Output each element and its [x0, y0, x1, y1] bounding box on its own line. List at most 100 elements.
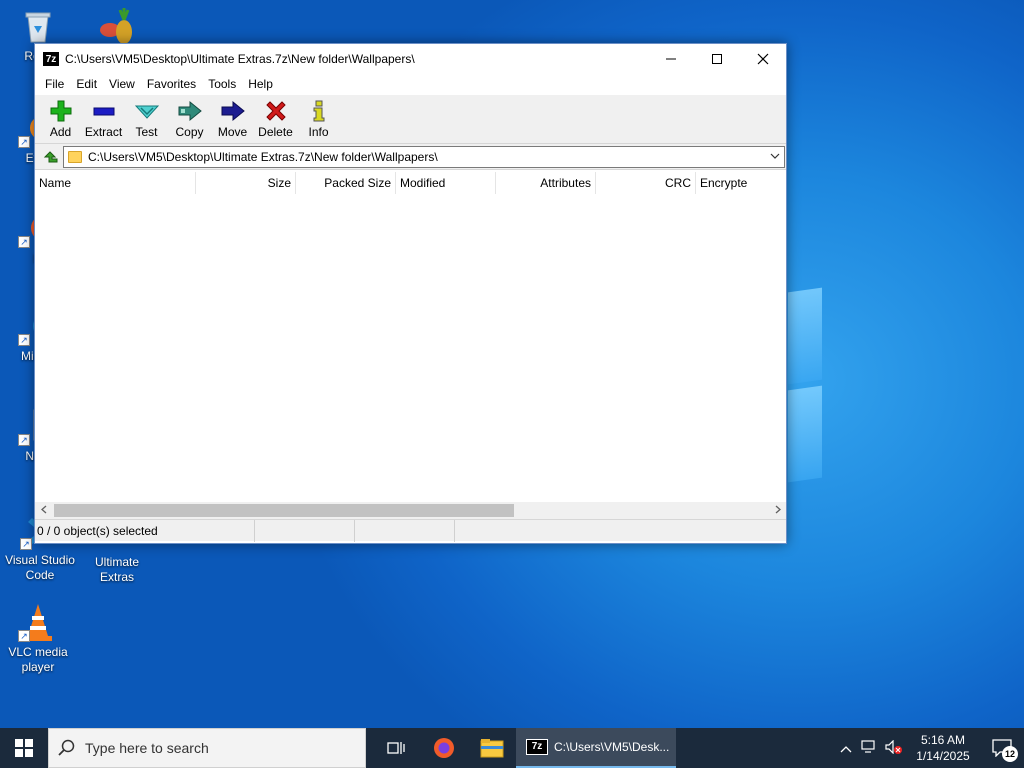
test-label: Test — [135, 125, 158, 139]
column-size[interactable]: Size — [196, 171, 296, 194]
app-logo-icon: 7z — [43, 52, 59, 66]
taskbar-firefox[interactable] — [420, 728, 468, 768]
fruit-icon — [96, 8, 136, 48]
menu-tools[interactable]: Tools — [202, 77, 242, 91]
delete-button[interactable]: Delete — [254, 99, 297, 139]
extract-button[interactable]: Extract — [82, 99, 125, 139]
close-button[interactable] — [740, 44, 786, 74]
vlc-cone-icon: ↗ — [18, 602, 58, 642]
test-button[interactable]: Test — [125, 99, 168, 139]
minimize-button[interactable] — [648, 44, 694, 74]
desktop-icon-vlc[interactable]: ↗ VLC media player — [0, 602, 76, 675]
status-selected: 0 / 0 object(s) selected — [35, 519, 255, 542]
column-packed-size[interactable]: Packed Size — [296, 171, 396, 194]
taskbar: Type here to search 7z C:\Users\VM5\Desk… — [0, 728, 1024, 768]
taskbar-file-explorer[interactable] — [468, 728, 516, 768]
menu-edit[interactable]: Edit — [70, 77, 103, 91]
up-arrow-icon — [43, 150, 58, 162]
copy-label: Copy — [175, 125, 204, 139]
desktop-icon-label: Ultimate Extras — [94, 555, 139, 584]
menu-favorites[interactable]: Favorites — [141, 77, 202, 91]
column-modified[interactable]: Modified — [396, 171, 496, 194]
shortcut-arrow-icon: ↗ — [20, 538, 32, 550]
volume-muted-icon[interactable] — [882, 739, 906, 757]
taskbar-app-label: C:\Users\VM5\Desk... — [554, 740, 670, 754]
taskbar-active-app-7zip[interactable]: 7z C:\Users\VM5\Desk... — [516, 728, 676, 768]
extract-label: Extract — [84, 125, 123, 139]
clock-date: 1/14/2025 — [916, 749, 970, 763]
file-manager-window: 7z C:\Users\VM5\Desktop\Ultimate Extras.… — [34, 43, 787, 544]
column-attributes[interactable]: Attributes — [496, 171, 596, 194]
shortcut-arrow-icon: ↗ — [18, 434, 30, 446]
scroll-track[interactable] — [52, 502, 769, 519]
copy-button[interactable]: Copy — [168, 99, 211, 139]
copy-arrow-icon — [178, 99, 202, 123]
status-bar: 0 / 0 object(s) selected — [35, 519, 786, 542]
taskbar-clock[interactable]: 5:16 AM 1/14/2025 — [906, 732, 980, 764]
minus-icon — [92, 99, 116, 123]
scroll-left-icon[interactable] — [35, 505, 52, 517]
column-headers: Name Size Packed Size Modified Attribute… — [35, 170, 786, 196]
file-list[interactable] — [35, 196, 786, 502]
windows-start-icon — [15, 739, 33, 757]
close-icon — [757, 53, 769, 65]
maximize-icon — [712, 54, 722, 64]
system-tray: 5:16 AM 1/14/2025 12 — [834, 728, 1024, 768]
chevron-up-icon[interactable] — [834, 741, 858, 756]
check-icon — [134, 99, 159, 123]
task-view-button[interactable] — [372, 728, 420, 768]
status-segment — [455, 520, 786, 542]
notification-center-button[interactable]: 12 — [980, 728, 1024, 768]
add-button[interactable]: Add — [39, 99, 82, 139]
menu-help[interactable]: Help — [242, 77, 279, 91]
task-view-icon — [387, 742, 405, 754]
menu-view[interactable]: View — [103, 77, 141, 91]
column-name[interactable]: Name — [35, 171, 196, 194]
minimize-icon — [666, 58, 676, 60]
horizontal-scrollbar[interactable] — [35, 502, 786, 519]
folder-icon — [68, 150, 82, 163]
plus-icon — [49, 99, 73, 123]
notification-badge: 12 — [1002, 746, 1018, 762]
column-crc[interactable]: CRC — [596, 171, 696, 194]
address-path[interactable]: C:\Users\VM5\Desktop\Ultimate Extras.7z\… — [88, 150, 766, 164]
column-encrypted[interactable]: Encrypte — [696, 172, 786, 194]
search-icon — [49, 739, 85, 757]
file-explorer-icon — [480, 739, 504, 758]
window-title: C:\Users\VM5\Desktop\Ultimate Extras.7z\… — [65, 52, 415, 66]
up-folder-button[interactable] — [37, 146, 63, 168]
taskbar-search[interactable]: Type here to search — [48, 728, 366, 768]
toolbar: Add Extract Test Copy Move Delete Info — [35, 94, 786, 144]
shortcut-arrow-icon: ↗ — [18, 136, 30, 148]
network-icon[interactable] — [858, 739, 882, 757]
title-bar[interactable]: 7z C:\Users\VM5\Desktop\Ultimate Extras.… — [35, 44, 786, 74]
delete-x-icon — [264, 99, 288, 123]
start-button[interactable] — [0, 728, 48, 768]
menu-file[interactable]: File — [39, 77, 70, 91]
desktop-icon-label: VLC media player — [8, 645, 68, 674]
clock-time: 5:16 AM — [920, 733, 966, 747]
shortcut-arrow-icon: ↗ — [18, 334, 30, 346]
maximize-button[interactable] — [694, 44, 740, 74]
add-label: Add — [49, 125, 72, 139]
recycle-bin-icon — [18, 6, 58, 46]
app-logo-icon: 7z — [526, 739, 548, 755]
address-bar: C:\Users\VM5\Desktop\Ultimate Extras.7z\… — [35, 144, 786, 170]
address-combobox[interactable]: C:\Users\VM5\Desktop\Ultimate Extras.7z\… — [63, 145, 785, 168]
shortcut-arrow-icon: ↗ — [18, 236, 30, 248]
search-placeholder: Type here to search — [85, 740, 209, 756]
status-segment — [355, 519, 455, 542]
scroll-thumb[interactable] — [54, 504, 514, 517]
move-button[interactable]: Move — [211, 99, 254, 139]
delete-label: Delete — [258, 125, 293, 139]
firefox-icon — [434, 738, 454, 758]
info-icon — [307, 99, 331, 123]
move-label: Move — [217, 125, 248, 139]
scroll-right-icon[interactable] — [769, 505, 786, 517]
info-button[interactable]: Info — [297, 99, 340, 139]
chevron-down-icon[interactable] — [766, 151, 784, 162]
info-label: Info — [308, 125, 329, 139]
desktop-icon-label: Visual Studio Code — [5, 553, 75, 582]
status-segment — [255, 519, 355, 542]
move-arrow-icon — [221, 99, 245, 123]
